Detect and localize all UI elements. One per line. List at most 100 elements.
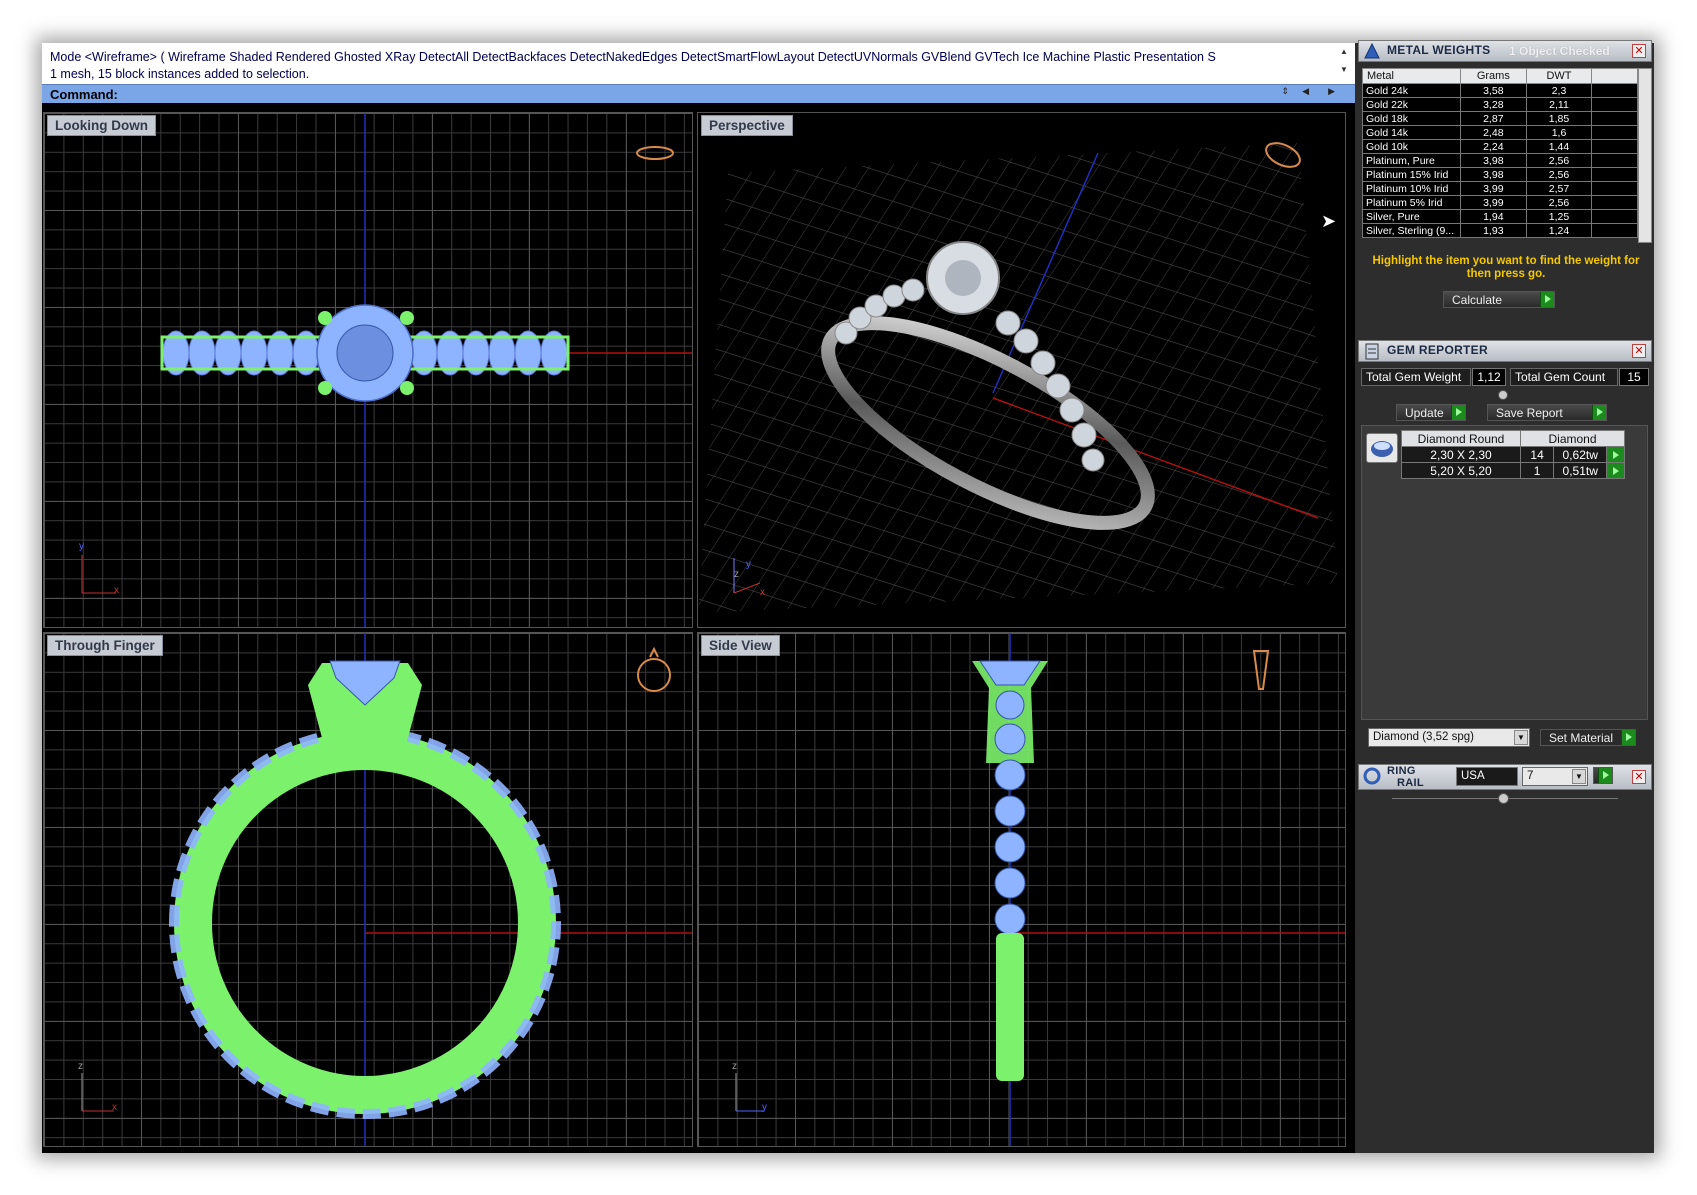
diamond-round-icon (1366, 433, 1398, 463)
column-header-shape: Diamond Round (1401, 430, 1521, 447)
grams-cell: 2,24 (1459, 139, 1527, 154)
gem-table[interactable]: Diamond Round Diamond 2,30 X 2,30 14 0,62t… (1401, 430, 1625, 479)
axis-x-label: x (112, 1102, 117, 1113)
ring-icon (1363, 767, 1381, 785)
viewport-title[interactable]: Through Finger (47, 635, 163, 656)
mouse-cursor-icon: ➤ (1321, 211, 1337, 231)
ring-side-wireframe (735, 633, 1345, 1146)
material-select[interactable]: Diamond (3,52 spg) ▼ (1368, 728, 1530, 747)
metal-name-cell: Platinum, Pure (1362, 153, 1461, 168)
gem-count-cell: 14 (1519, 446, 1555, 463)
column-header-material: Diamond (1520, 430, 1625, 447)
viewport-title[interactable]: Side View (701, 635, 780, 656)
axis-y-label: y (79, 541, 84, 552)
close-icon[interactable]: ✕ (1632, 344, 1646, 358)
scroll-down-icon[interactable]: ▼ (1337, 63, 1351, 77)
go-arrow-icon[interactable] (1451, 405, 1465, 420)
viewport-looking-down[interactable]: Looking Down y x (43, 112, 693, 628)
command-history-line-1: Mode <Wireframe> ( Wireframe Shaded Rend… (50, 50, 1216, 64)
dwt-cell: 1,44 (1525, 139, 1593, 154)
metal-row[interactable]: Gold 10k 2,24 1,44 (1362, 139, 1638, 154)
viewport-title[interactable]: Perspective (701, 115, 793, 136)
chevron-down-icon[interactable]: ▼ (1514, 730, 1528, 745)
metal-weights-header: METAL WEIGHTS 1 Object Checked ✕ (1358, 40, 1652, 62)
axis-y-label: y (746, 559, 751, 570)
dwt-cell: 1,24 (1525, 223, 1593, 238)
viewport-through-finger[interactable]: Through Finger z x (43, 632, 693, 1147)
metal-row[interactable]: Silver, Sterling (9... 1,93 1,24 (1362, 223, 1638, 238)
gem-reporter-header: GEM REPORTER ✕ (1358, 340, 1652, 362)
column-header-dwt[interactable]: DWT (1525, 68, 1593, 84)
report-icon (1365, 343, 1379, 360)
metal-row[interactable]: Platinum 5% Irid 3,99 2,56 (1362, 195, 1638, 210)
axis-z-label: z (78, 1061, 83, 1072)
metal-row[interactable]: Platinum 15% Irid 3,98 2,56 (1362, 167, 1638, 182)
metal-row[interactable]: Platinum 10% Irid 3,99 2,57 (1362, 181, 1638, 196)
ring-rail-slider-handle[interactable] (1498, 793, 1509, 804)
axis-z-label: z (732, 1061, 737, 1072)
metal-name-cell: Gold 24k (1362, 83, 1461, 98)
scroll-right-icon[interactable]: ▶ (1328, 86, 1335, 97)
calculate-button[interactable]: Calculate (1443, 291, 1555, 308)
scale-icon (1364, 42, 1380, 59)
metal-row[interactable]: Gold 18k 2,87 1,85 (1362, 111, 1638, 126)
dwt-cell: 1,25 (1525, 209, 1593, 224)
set-material-label: Set Material (1549, 731, 1614, 745)
ring-size-region-select[interactable]: USA (1456, 767, 1518, 786)
dwt-cell: 2,57 (1525, 181, 1593, 196)
gem-reporter-splitter[interactable] (1498, 390, 1508, 400)
ring-rail-go-button[interactable] (1593, 767, 1613, 784)
go-arrow-icon[interactable] (1621, 730, 1635, 745)
grams-cell: 3,98 (1459, 153, 1527, 168)
chevron-down-icon[interactable]: ▼ (1572, 769, 1586, 784)
metal-row[interactable]: Gold 22k 3,28 2,11 (1362, 97, 1638, 112)
grams-cell: 3,99 (1459, 195, 1527, 210)
viewport-side-view[interactable]: Side View z y (697, 632, 1346, 1147)
command-history-line-2: 1 mesh, 15 block instances added to sele… (50, 67, 310, 81)
dwt-cell: 2,11 (1525, 97, 1593, 112)
scroll-up-icon[interactable]: ▲ (1337, 45, 1351, 59)
dwt-cell: 2,56 (1525, 153, 1593, 168)
total-gem-weight-value: 1,12 (1472, 368, 1506, 386)
close-icon[interactable]: ✕ (1632, 770, 1646, 784)
update-button[interactable]: Update (1396, 404, 1466, 421)
material-select-value: Diamond (3,52 spg) (1373, 731, 1474, 743)
viewport-title[interactable]: Looking Down (47, 115, 156, 136)
gem-row[interactable]: 5,20 X 5,20 1 0,51tw (1401, 462, 1625, 479)
calculate-label: Calculate (1452, 293, 1503, 307)
viewport-perspective[interactable]: Perspective z y x ➤ (697, 112, 1346, 628)
ring-front-wireframe (81, 633, 692, 1146)
go-arrow-icon[interactable] (1598, 768, 1612, 783)
metal-row[interactable]: Gold 14k 2,48 1,6 (1362, 125, 1638, 140)
ring-perspective-render (698, 142, 1338, 613)
metal-row[interactable]: Silver, Pure 1,94 1,25 (1362, 209, 1638, 224)
metal-name-cell: Platinum 5% Irid (1362, 195, 1461, 210)
metal-weights-table[interactable]: Metal Grams DWT Gold 24k 3,58 2,3 Gold 22k 3… (1362, 68, 1638, 238)
column-header-metal[interactable]: Metal (1362, 68, 1461, 84)
save-report-button[interactable]: Save Report (1487, 404, 1607, 421)
update-label: Update (1405, 406, 1444, 420)
command-history[interactable]: Mode <Wireframe> ( Wireframe Shaded Rend… (42, 43, 1355, 103)
go-arrow-icon[interactable] (1592, 405, 1606, 420)
set-material-button[interactable]: Set Material (1540, 729, 1636, 746)
spinner-icon[interactable]: ⇕ (1281, 86, 1289, 97)
dwt-cell: 2,56 (1525, 167, 1593, 182)
column-header-grams[interactable]: Grams (1459, 68, 1527, 84)
grams-cell: 1,93 (1459, 223, 1527, 238)
metal-weights-scrollbar[interactable] (1638, 68, 1652, 243)
scroll-left-icon[interactable]: ◀ (1302, 86, 1309, 97)
go-arrow-icon[interactable] (1540, 292, 1554, 307)
metal-row[interactable]: Platinum, Pure 3,98 2,56 (1362, 153, 1638, 168)
save-report-label: Save Report (1496, 406, 1563, 420)
gem-row[interactable]: 2,30 X 2,30 14 0,62tw (1401, 446, 1625, 463)
ring-size-select[interactable]: 7 ▼ (1522, 767, 1588, 786)
metal-row[interactable]: Gold 24k 3,58 2,3 (1362, 83, 1638, 98)
command-prompt[interactable]: Command: (42, 84, 1355, 103)
close-icon[interactable]: ✕ (1632, 44, 1646, 58)
gem-weight-cell: 0,51tw (1553, 462, 1608, 479)
gem-weight-cell: 0,62tw (1553, 446, 1608, 463)
command-prompt-label: Command: (50, 87, 118, 102)
go-arrow-icon[interactable] (1606, 462, 1625, 479)
ring-top-wireframe (81, 113, 692, 627)
go-arrow-icon[interactable] (1606, 446, 1625, 463)
